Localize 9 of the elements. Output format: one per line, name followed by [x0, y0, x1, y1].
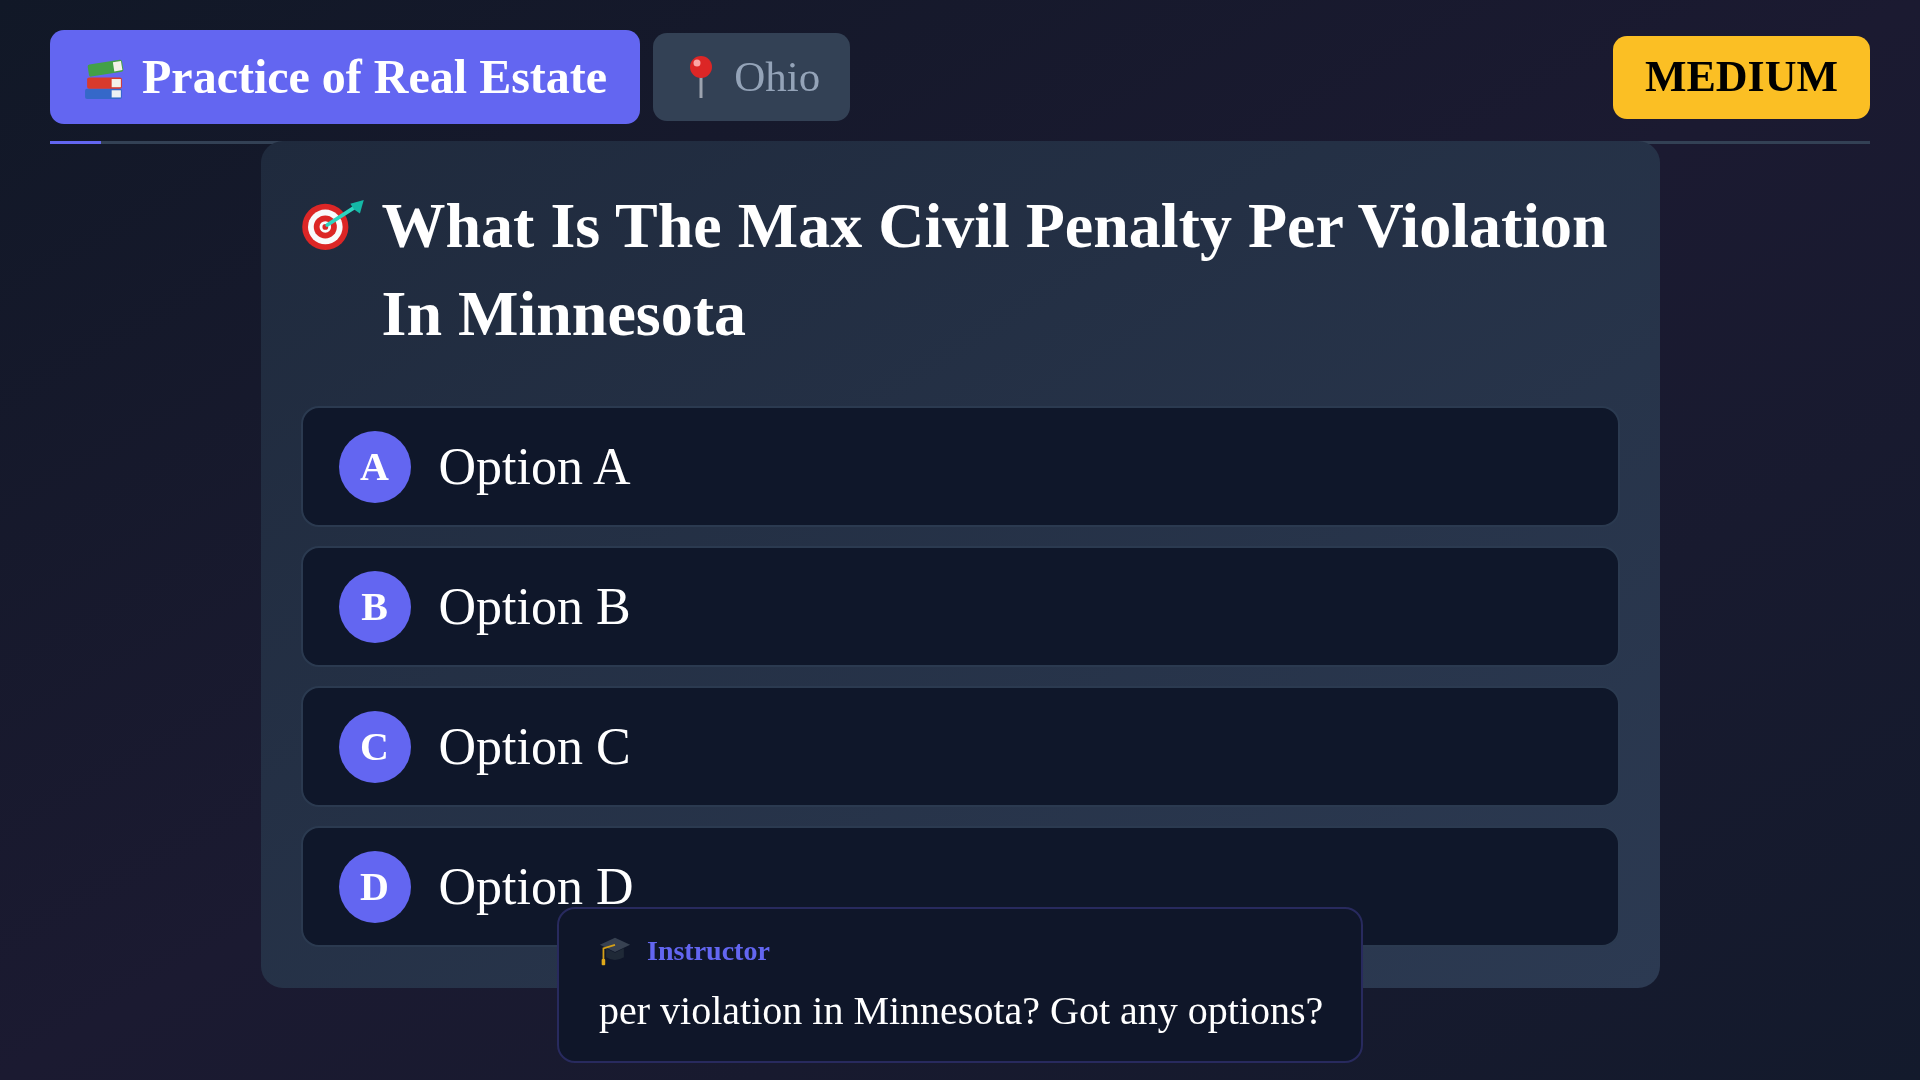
option-letter: D: [338, 850, 411, 923]
caption-text: per violation in Minnesota? Got any options?: [599, 987, 1321, 1035]
option-letter: B: [338, 570, 411, 643]
question-title: What Is The Max Civil Penalty Per Violation In Minnesota: [381, 189, 1609, 351]
option-letter: C: [338, 710, 411, 783]
option-letter: A: [338, 430, 411, 503]
difficulty-badge: MEDIUM: [1612, 35, 1870, 119]
badge-label: Practice of Real Estate: [142, 49, 608, 105]
badge-label: Ohio: [734, 51, 821, 102]
